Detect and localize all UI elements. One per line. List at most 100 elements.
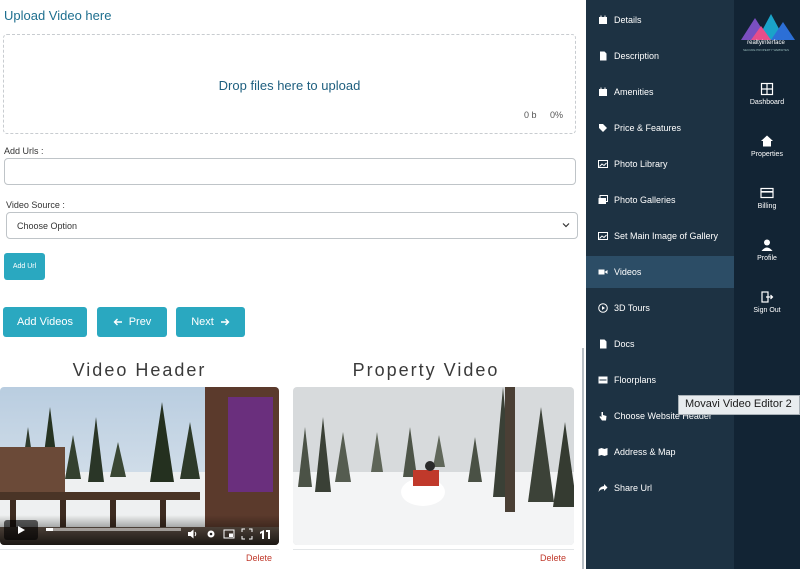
calendar-icon [598, 15, 608, 25]
nav-label: Photo Galleries [614, 195, 676, 205]
fullscreen-icon[interactable] [241, 527, 253, 540]
nav-label: Videos [614, 267, 642, 277]
page: Upload Video here Drop files here to upl… [0, 0, 800, 569]
property-video-player[interactable] [293, 387, 574, 545]
file-icon [598, 339, 608, 349]
nav-label: Price & Features [614, 123, 682, 133]
side-link-label: Profile [757, 255, 777, 262]
brand-tagline: SECURE PROPERTY WEBSITES [742, 48, 790, 52]
image-icon [598, 159, 608, 169]
property-video-card-border [293, 549, 574, 550]
nav-label: Docs [614, 339, 635, 349]
dashboard-icon [760, 82, 774, 96]
nav-label: Address & Map [614, 447, 676, 457]
seek-bar[interactable] [46, 528, 181, 531]
settings-icon[interactable] [205, 527, 217, 539]
nav-label: Description [614, 51, 660, 61]
video-source-label: Video Source : [6, 200, 65, 210]
prev-button[interactable]: Prev [97, 307, 167, 337]
sign-out-icon [761, 291, 774, 303]
nav-item-share-url[interactable]: Share Url [586, 472, 734, 504]
property-video-thumbnail [293, 387, 574, 545]
nav-label: Photo Library [614, 159, 668, 169]
nav-item-floorplans[interactable]: Floorplans [586, 364, 734, 396]
dropzone[interactable]: Drop files here to upload 0 b 0% [3, 34, 576, 134]
user-icon [761, 239, 773, 251]
add-url-button[interactable]: Add Url [4, 253, 45, 280]
image-icon [598, 231, 608, 241]
video-source-value: Choose Option [17, 221, 78, 231]
side-link-properties[interactable]: Properties [734, 134, 800, 158]
side-link-billing[interactable]: Billing [734, 186, 800, 210]
home-icon [761, 135, 773, 147]
nav-label: Share Url [614, 483, 653, 493]
side-link-sign-out[interactable]: Sign Out [734, 290, 800, 314]
nav-item-3d-tours[interactable]: 3D Tours [586, 292, 734, 324]
nav-item-videos[interactable]: Videos [586, 256, 734, 288]
property-video-title: Property Video [352, 360, 500, 380]
play-circle-icon [598, 303, 608, 313]
side-link-label: Sign Out [753, 307, 781, 314]
upload-size: 0 b [524, 110, 537, 120]
taskbar-tooltip: Movavi Video Editor 2 [678, 395, 800, 415]
dropzone-text: Drop files here to upload [218, 78, 361, 93]
video-header-title: Video Header [72, 360, 207, 380]
nav-item-photo-galleries[interactable]: Photo Galleries [586, 184, 734, 216]
seek-bar-fill [46, 528, 53, 531]
video-icon [598, 267, 608, 277]
nav-item-set-main-image[interactable]: Set Main Image of Gallery [586, 220, 734, 252]
hand-pointer-icon [598, 411, 608, 421]
images-icon [598, 195, 608, 205]
next-button[interactable]: Next [176, 307, 245, 337]
add-urls-label: Add Urls : [4, 146, 44, 156]
prev-label: Prev [128, 316, 152, 328]
video-header-card-border [0, 549, 279, 550]
video-header-delete-link[interactable]: Delete [246, 553, 272, 563]
nav-label: Details [614, 15, 642, 25]
property-video-delete-link[interactable]: Delete [540, 553, 566, 563]
nav-item-address-map[interactable]: Address & Map [586, 436, 734, 468]
chevron-down-icon [562, 223, 570, 228]
nav-item-photo-library[interactable]: Photo Library [586, 148, 734, 180]
arrow-right-icon [220, 318, 230, 326]
nav-item-description[interactable]: Description [586, 40, 734, 72]
property-nav: Details Description Amenities Price & Fe… [586, 0, 734, 569]
video-header-controls [0, 515, 279, 545]
video-header-player[interactable] [0, 387, 279, 545]
nav-item-details[interactable]: Details [586, 4, 734, 36]
vimeo-logo-icon[interactable] [259, 527, 271, 539]
volume-icon[interactable] [187, 527, 199, 539]
next-label: Next [191, 316, 214, 328]
side-link-label: Billing [757, 203, 777, 210]
nav-label: 3D Tours [614, 303, 650, 313]
pip-icon[interactable] [223, 527, 235, 539]
nav-item-price-features[interactable]: Price & Features [586, 112, 734, 144]
side-link-label: Properties [751, 151, 783, 158]
file-icon [598, 51, 608, 61]
calendar-icon [598, 87, 608, 97]
video-source-select[interactable]: Choose Option [6, 212, 578, 239]
nav-label: Amenities [614, 87, 654, 97]
map-icon [598, 447, 608, 457]
main-content: Upload Video here Drop files here to upl… [0, 0, 586, 569]
upload-percent: 0% [550, 110, 564, 120]
arrow-left-icon [113, 318, 122, 326]
add-videos-button[interactable]: Add Videos [3, 307, 87, 337]
add-urls-input[interactable] [4, 158, 576, 185]
player-icons [187, 527, 271, 540]
upload-title: Upload Video here [4, 8, 112, 23]
tag-icon [598, 123, 608, 133]
nav-item-docs[interactable]: Docs [586, 328, 734, 360]
side-link-label: Dashboard [749, 99, 785, 106]
nav-label: Set Main Image of Gallery [614, 231, 719, 241]
side-link-profile[interactable]: Profile [734, 238, 800, 262]
nav-label: Floorplans [614, 375, 657, 385]
scrollbar[interactable] [582, 348, 584, 569]
nav-item-amenities[interactable]: Amenities [586, 76, 734, 108]
credit-card-icon [760, 187, 774, 199]
side-link-dashboard[interactable]: Dashboard [734, 82, 800, 106]
layout-icon [598, 375, 608, 385]
play-icon [18, 526, 25, 534]
brand-name: realtyinterface [747, 40, 785, 46]
play-button[interactable] [4, 520, 38, 540]
